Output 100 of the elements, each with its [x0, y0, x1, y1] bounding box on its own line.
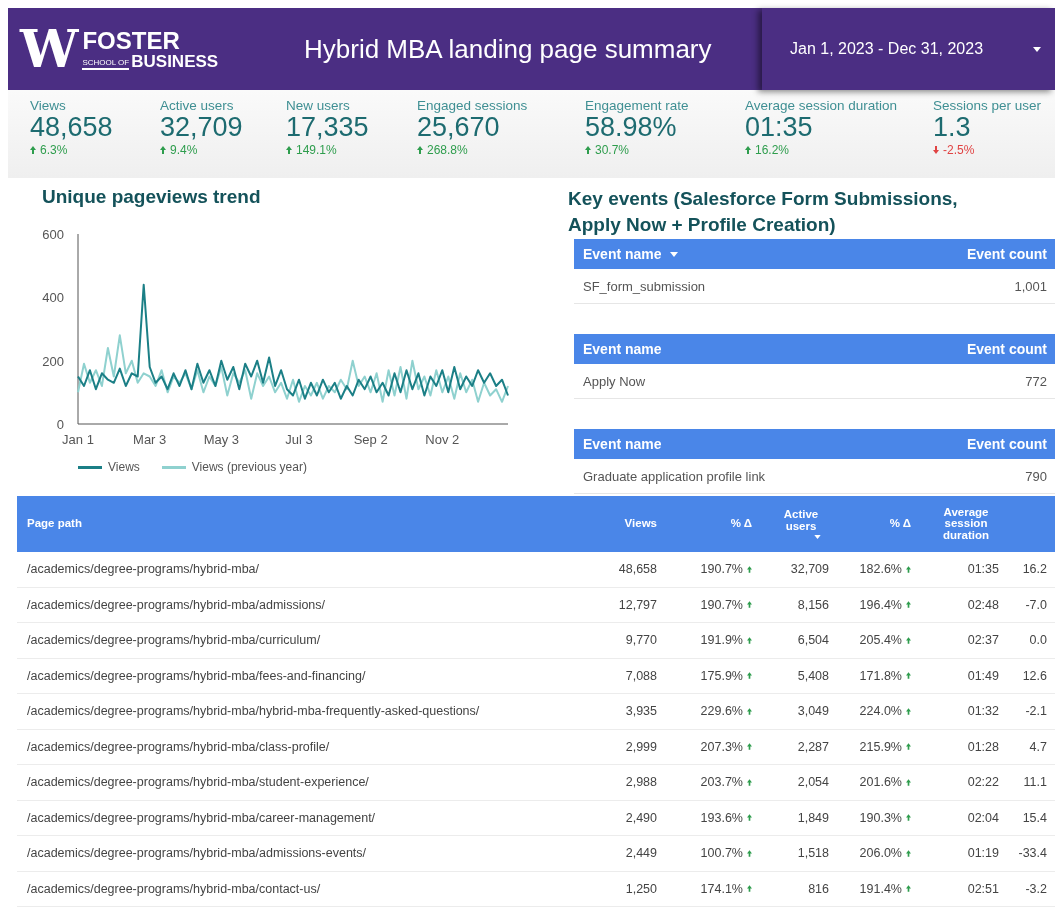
table-cell: 205.4%: [859, 633, 902, 648]
table-cell: /academics/degree-programs/hybrid-mba/curriculum/: [27, 633, 321, 648]
table-cell: 8,156: [797, 597, 829, 612]
y-tick-label: 0: [56, 417, 64, 432]
table-cell: -33.4: [1018, 846, 1047, 861]
table-cell: 12.6: [1022, 668, 1047, 683]
x-tick-label: Jul 3: [285, 432, 313, 447]
table-cell: 11.1: [1023, 775, 1047, 790]
table-cell: 7,088: [625, 668, 657, 683]
y-tick-label: 400: [42, 290, 64, 306]
table-cell: 32,709: [790, 562, 829, 577]
caret-icon: [1033, 46, 1041, 52]
y-tick-label: 600: [42, 227, 64, 242]
kpi-label: Average session duration: [745, 98, 899, 113]
x-tick-label: May 3: [203, 432, 240, 447]
kpi-change: 30.7%: [595, 142, 630, 157]
kpi-change: 6.3%: [40, 142, 68, 157]
table-cell: SF_form_submission: [583, 278, 706, 294]
table-cell: 02:51: [967, 881, 999, 896]
column-header[interactable]: Average session duration: [911, 506, 999, 542]
sort-caret-icon: [669, 251, 678, 257]
table-cell: 1,849: [797, 810, 829, 825]
x-tick-label: Nov 2: [425, 432, 460, 447]
chart-title: Unique pageviews trend: [42, 186, 262, 208]
table-cell: 224.0%: [859, 704, 902, 719]
table-cell: /academics/degree-programs/hybrid-mba/admissions/: [27, 597, 326, 612]
table-cell: 196.4%: [859, 597, 902, 612]
table-cell: 2,287: [797, 739, 829, 754]
table-cell: 9,770: [625, 633, 657, 648]
table-cell: 6,504: [797, 633, 829, 648]
table-cell: 207.3%: [700, 739, 743, 754]
column-header[interactable]: Active users: [752, 509, 829, 539]
logo-school-of: SCHOOL OF: [82, 58, 130, 70]
x-tick-label: Mar 3: [133, 432, 167, 447]
kpi-label: Engaged sessions: [417, 98, 529, 113]
kpi-value: 25,670: [417, 113, 501, 143]
column-header[interactable]: Views: [577, 518, 657, 530]
kpi-label: New users: [286, 98, 351, 113]
kpi-change: 9.4%: [170, 142, 198, 157]
table-cell: 175.9%: [700, 668, 743, 683]
column-header[interactable]: Event name: [583, 436, 662, 453]
table-cell: 203.7%: [700, 775, 743, 790]
table-cell: /academics/degree-programs/hybrid-mba/class-profile/: [27, 739, 330, 754]
table-cell: 12,797: [618, 597, 657, 612]
table-cell: 191.4%: [859, 881, 902, 896]
kpi-change: 268.8%: [427, 142, 468, 157]
column-header[interactable]: Event count: [966, 436, 1047, 453]
table-cell: 816: [808, 881, 829, 896]
table-cell: 5,408: [797, 668, 829, 683]
table-cell: 1,001: [1014, 278, 1047, 294]
date-range-picker[interactable]: Jan 1, 2023 - Dec 31, 2023: [762, 8, 1055, 90]
column-header[interactable]: Event count: [966, 246, 1047, 263]
x-tick-label: Sep 2: [353, 432, 388, 447]
table-cell: Apply Now: [583, 373, 646, 389]
legend-label: Views (previous year): [191, 460, 307, 474]
table-cell: -3.2: [1025, 881, 1047, 896]
column-header[interactable]: % Δ: [657, 518, 752, 530]
column-header[interactable]: % Δ: [829, 518, 911, 530]
table-cell: Graduate application profile link: [583, 468, 766, 484]
column-header[interactable]: Event name: [583, 341, 662, 358]
table-cell: 1,250: [625, 881, 657, 896]
legend-label: Views: [108, 460, 140, 474]
kpi-value: 17,335: [286, 113, 370, 143]
column-header[interactable]: Event count: [966, 341, 1047, 358]
table-cell: 201.6%: [859, 775, 902, 790]
table-cell: /academics/degree-programs/hybrid-mba/contact-us/: [27, 881, 321, 896]
table-cell: /academics/degree-programs/hybrid-mba/fees-and-financing/: [27, 668, 366, 683]
column-header[interactable]: Event name: [583, 246, 678, 263]
column-header[interactable]: Page path: [17, 518, 577, 530]
kpi-value: 58.98%: [585, 113, 678, 143]
sort-caret-icon: [814, 535, 821, 539]
kpi-label: Active users: [160, 98, 235, 113]
table-cell: 2,999: [625, 739, 657, 754]
table-cell: 772: [1025, 373, 1047, 389]
table-cell: 15.4: [1022, 810, 1047, 825]
table-cell: /academics/degree-programs/hybrid-mba/hybrid-mba-frequently-asked-questions/: [27, 704, 480, 719]
table-cell: 2,054: [797, 775, 829, 790]
table-cell: 2,449: [625, 846, 657, 861]
table-cell: 01:32: [967, 704, 999, 719]
y-tick-label: 200: [42, 353, 64, 369]
table-cell: 0.0: [1029, 633, 1047, 648]
logo-name: FOSTER: [82, 28, 181, 53]
table-cell: 174.1%: [700, 881, 743, 896]
table-cell: 215.9%: [859, 739, 902, 754]
kpi-value: 01:35: [745, 113, 814, 143]
table-cell: 182.6%: [859, 562, 902, 577]
table-cell: 02:48: [967, 597, 999, 612]
x-tick-label: Jan 1: [62, 432, 94, 447]
table-cell: -7.0: [1025, 597, 1047, 612]
table-cell: 191.9%: [700, 633, 743, 648]
kpi-value: 32,709: [160, 113, 244, 143]
table-cell: /academics/degree-programs/hybrid-mba/: [27, 562, 260, 577]
kpi-value: 1.3: [933, 113, 972, 143]
logo-business: BUSINESS: [131, 52, 219, 70]
table-cell: 190.3%: [859, 810, 902, 825]
table-cell: 100.7%: [700, 846, 743, 861]
table-cell: 190.7%: [700, 562, 743, 577]
section-title: Key events (Salesforce Form Submissions, Apply Now + Profile Creation): [568, 187, 959, 237]
dashboard-title: Hybrid MBA landing page summary: [304, 33, 712, 65]
table-cell: 01:19: [967, 846, 999, 861]
